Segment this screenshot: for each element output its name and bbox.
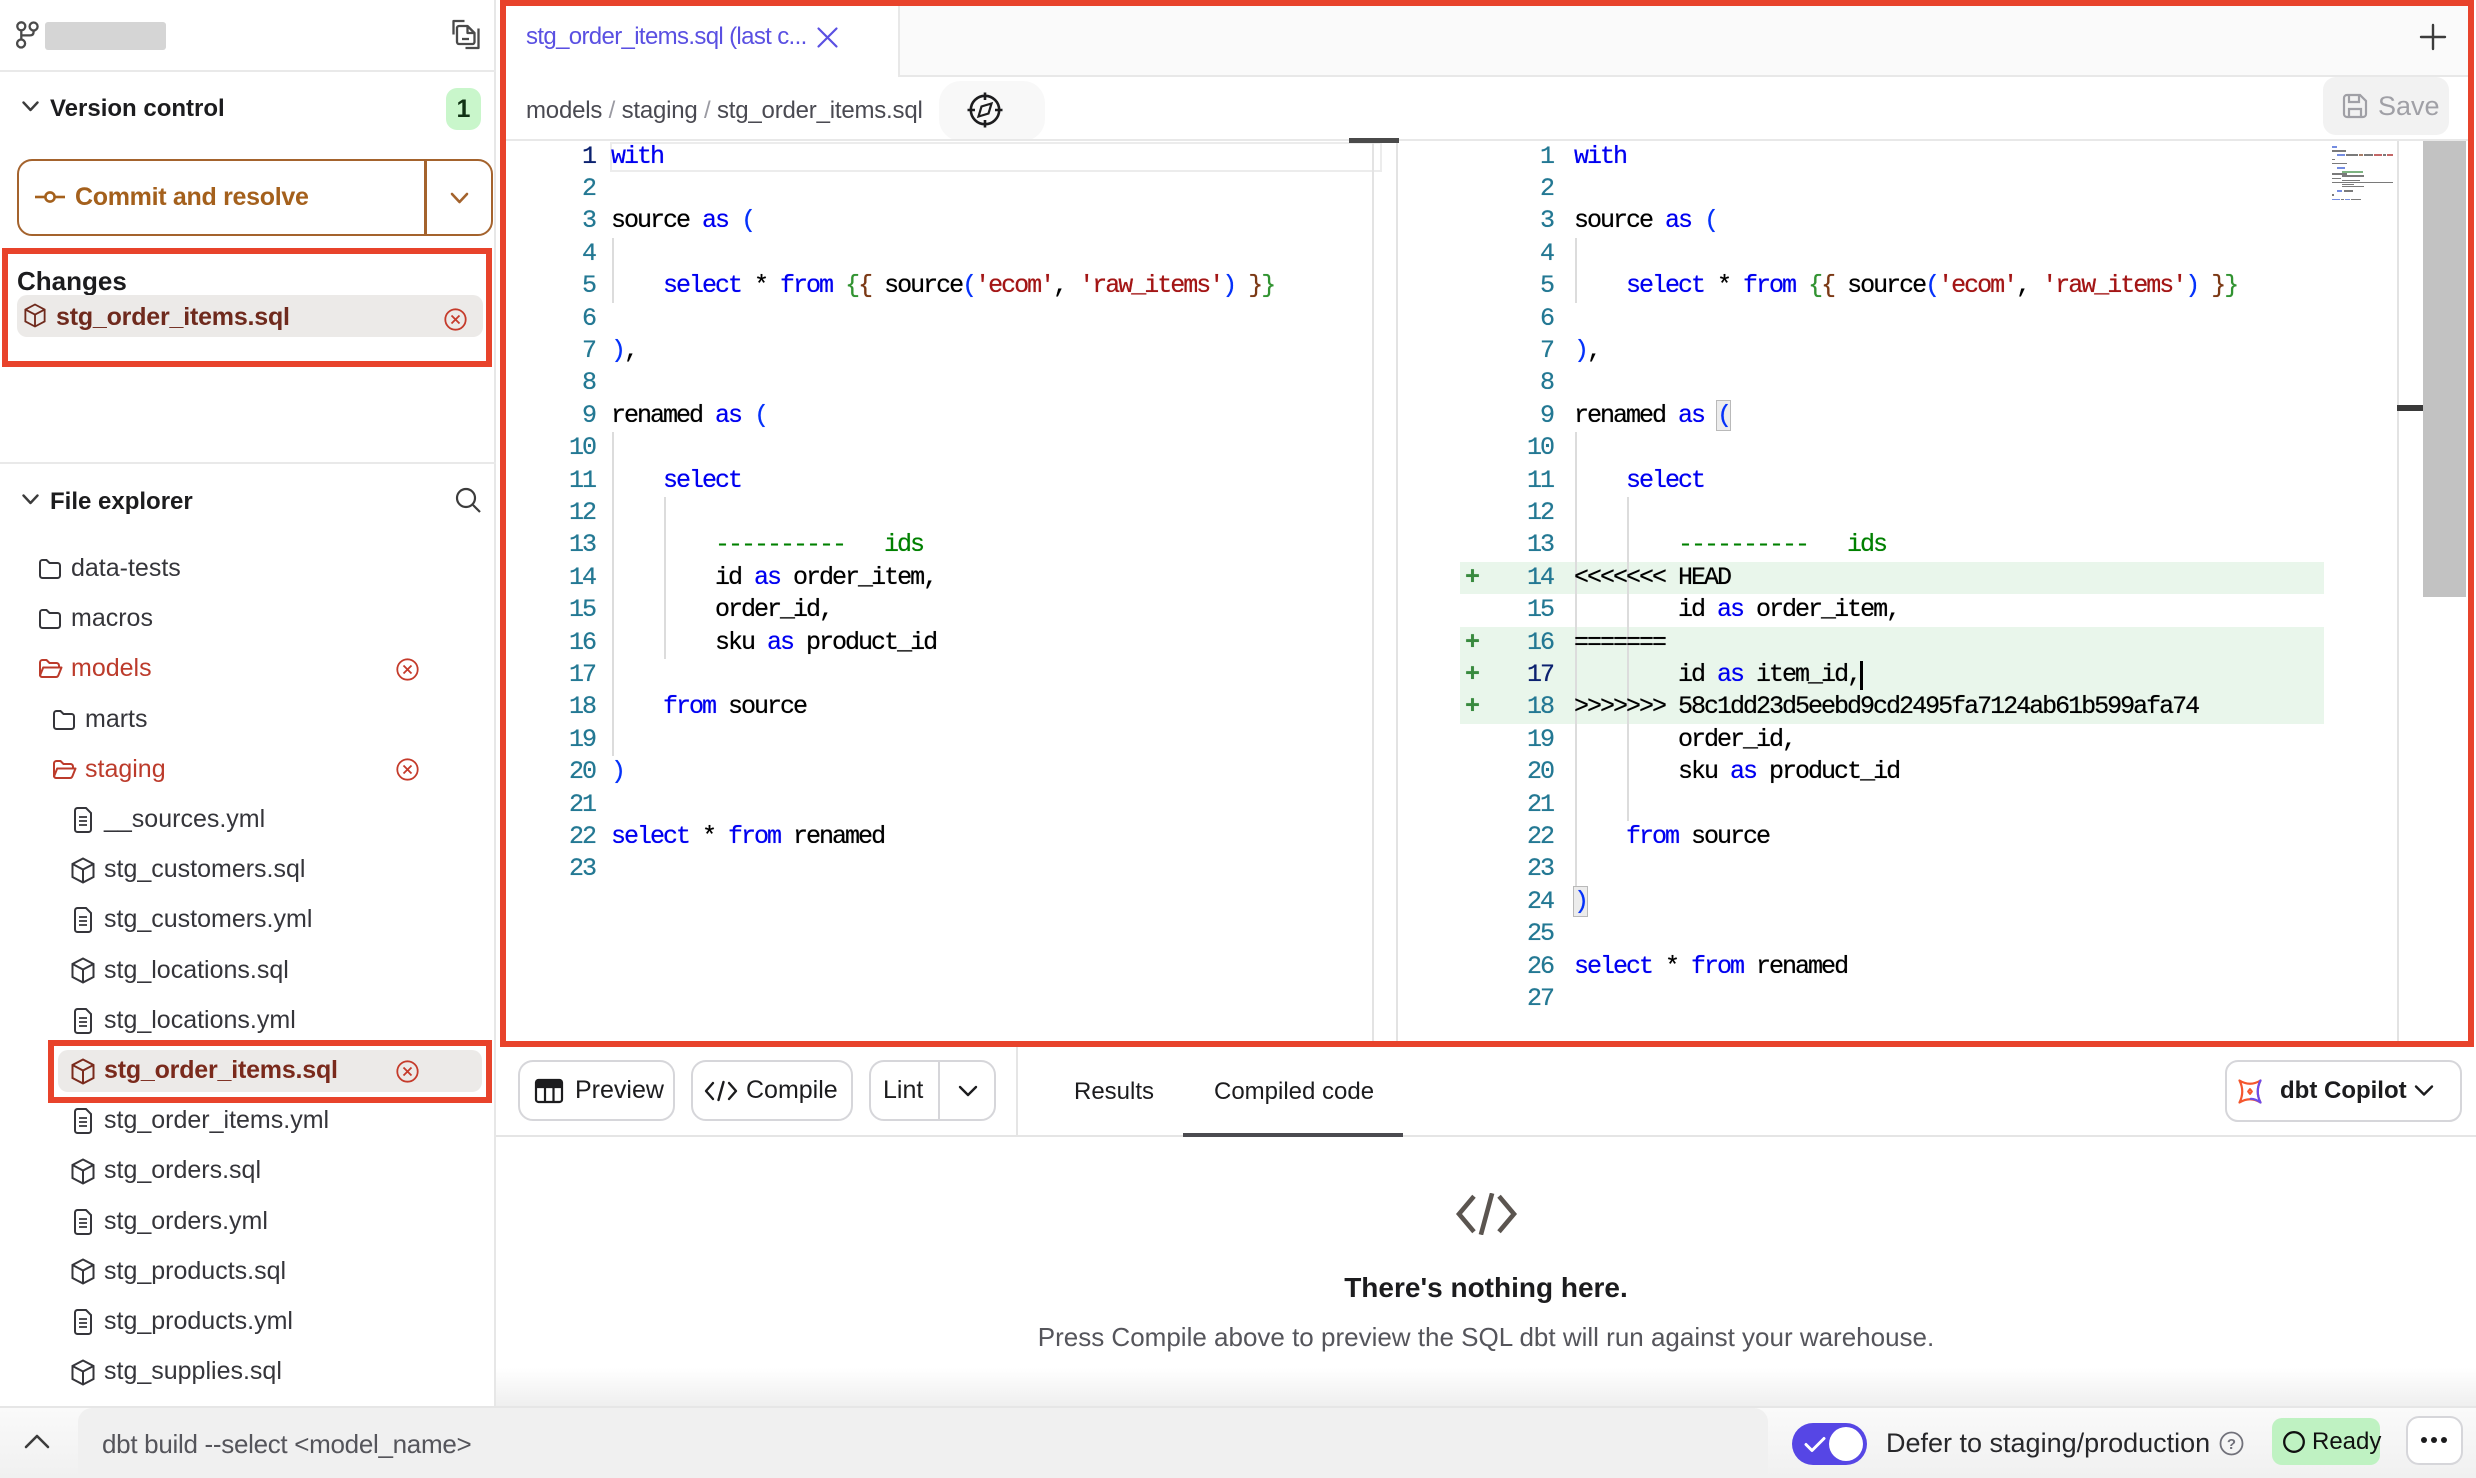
svg-text:?: ?: [2227, 1436, 2236, 1453]
